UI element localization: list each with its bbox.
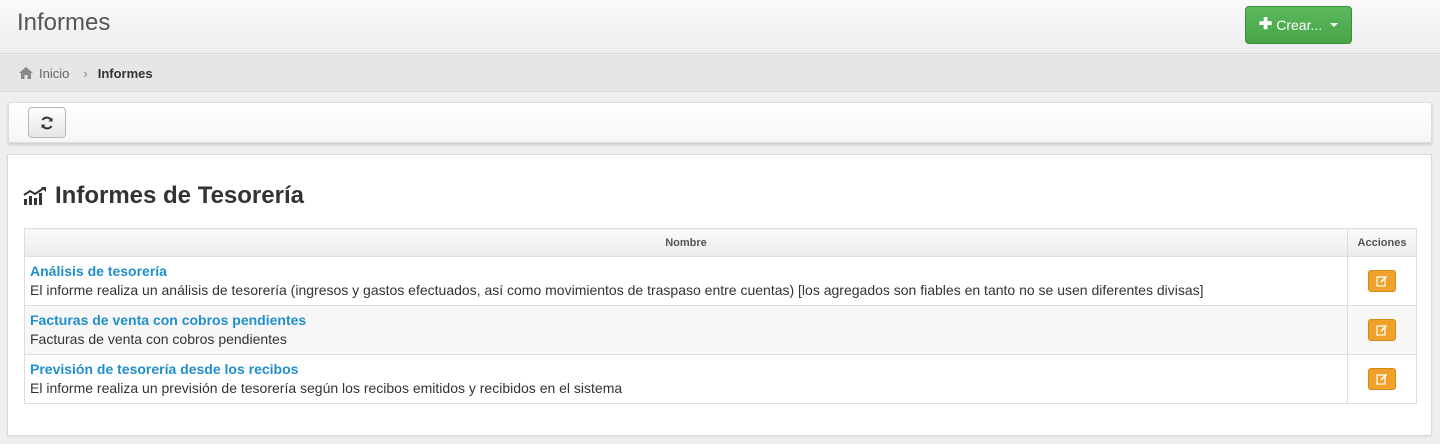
report-description: El informe realiza un previsión de tesor… bbox=[30, 380, 623, 396]
report-link[interactable]: Análisis de tesorería bbox=[30, 263, 1342, 280]
actions-cell bbox=[1347, 256, 1417, 306]
actions-cell bbox=[1347, 354, 1417, 404]
plus-icon: ✚ bbox=[1258, 16, 1273, 33]
edit-button[interactable] bbox=[1368, 270, 1396, 292]
name-cell: Previsión de tesorería desde los recibos… bbox=[24, 354, 1348, 404]
edit-icon bbox=[1376, 373, 1388, 385]
table-row: Análisis de tesorería El informe realiza… bbox=[24, 256, 1417, 306]
edit-icon bbox=[1376, 324, 1388, 336]
reports-panel: Informes de Tesorería Nombre Acciones An… bbox=[7, 154, 1432, 436]
report-description: Facturas de venta con cobros pendientes bbox=[30, 331, 287, 347]
actions-cell bbox=[1347, 305, 1417, 355]
create-button-label: Crear... bbox=[1276, 17, 1323, 33]
page-header: Informes ✚ Crear... bbox=[0, 0, 1440, 54]
edit-button[interactable] bbox=[1368, 319, 1396, 341]
bar-chart-icon bbox=[23, 187, 46, 205]
page-title: Informes bbox=[17, 9, 111, 36]
table-row: Facturas de venta con cobros pendientes … bbox=[24, 305, 1417, 355]
table-header-row: Nombre Acciones bbox=[24, 228, 1417, 257]
report-link[interactable]: Facturas de venta con cobros pendientes bbox=[30, 312, 1342, 329]
breadcrumb: Inicio › Informes bbox=[0, 55, 1440, 92]
home-icon bbox=[19, 67, 33, 79]
caret-down-icon bbox=[1330, 23, 1339, 27]
column-header-nombre: Nombre bbox=[24, 228, 1348, 257]
section-title: Informes de Tesorería bbox=[23, 182, 304, 210]
report-link[interactable]: Previsión de tesorería desde los recibos bbox=[30, 361, 1342, 378]
create-button[interactable]: ✚ Crear... bbox=[1245, 6, 1352, 44]
column-header-acciones: Acciones bbox=[1347, 228, 1417, 257]
breadcrumb-home-link[interactable]: Inicio bbox=[39, 66, 69, 81]
refresh-button[interactable] bbox=[28, 107, 66, 138]
chevron-right-icon: › bbox=[83, 65, 88, 81]
edit-icon bbox=[1376, 275, 1388, 287]
table-row: Previsión de tesorería desde los recibos… bbox=[24, 354, 1417, 404]
breadcrumb-current: Informes bbox=[97, 65, 153, 81]
name-cell: Facturas de venta con cobros pendientes … bbox=[24, 305, 1348, 355]
toolbar bbox=[8, 102, 1432, 143]
section-title-text: Informes de Tesorería bbox=[55, 182, 304, 209]
report-description: El informe realiza un análisis de tesore… bbox=[30, 282, 1204, 298]
reports-table: Nombre Acciones Análisis de tesorería El… bbox=[24, 228, 1417, 404]
refresh-icon bbox=[41, 116, 53, 129]
name-cell: Análisis de tesorería El informe realiza… bbox=[24, 256, 1348, 306]
edit-button[interactable] bbox=[1368, 368, 1396, 390]
